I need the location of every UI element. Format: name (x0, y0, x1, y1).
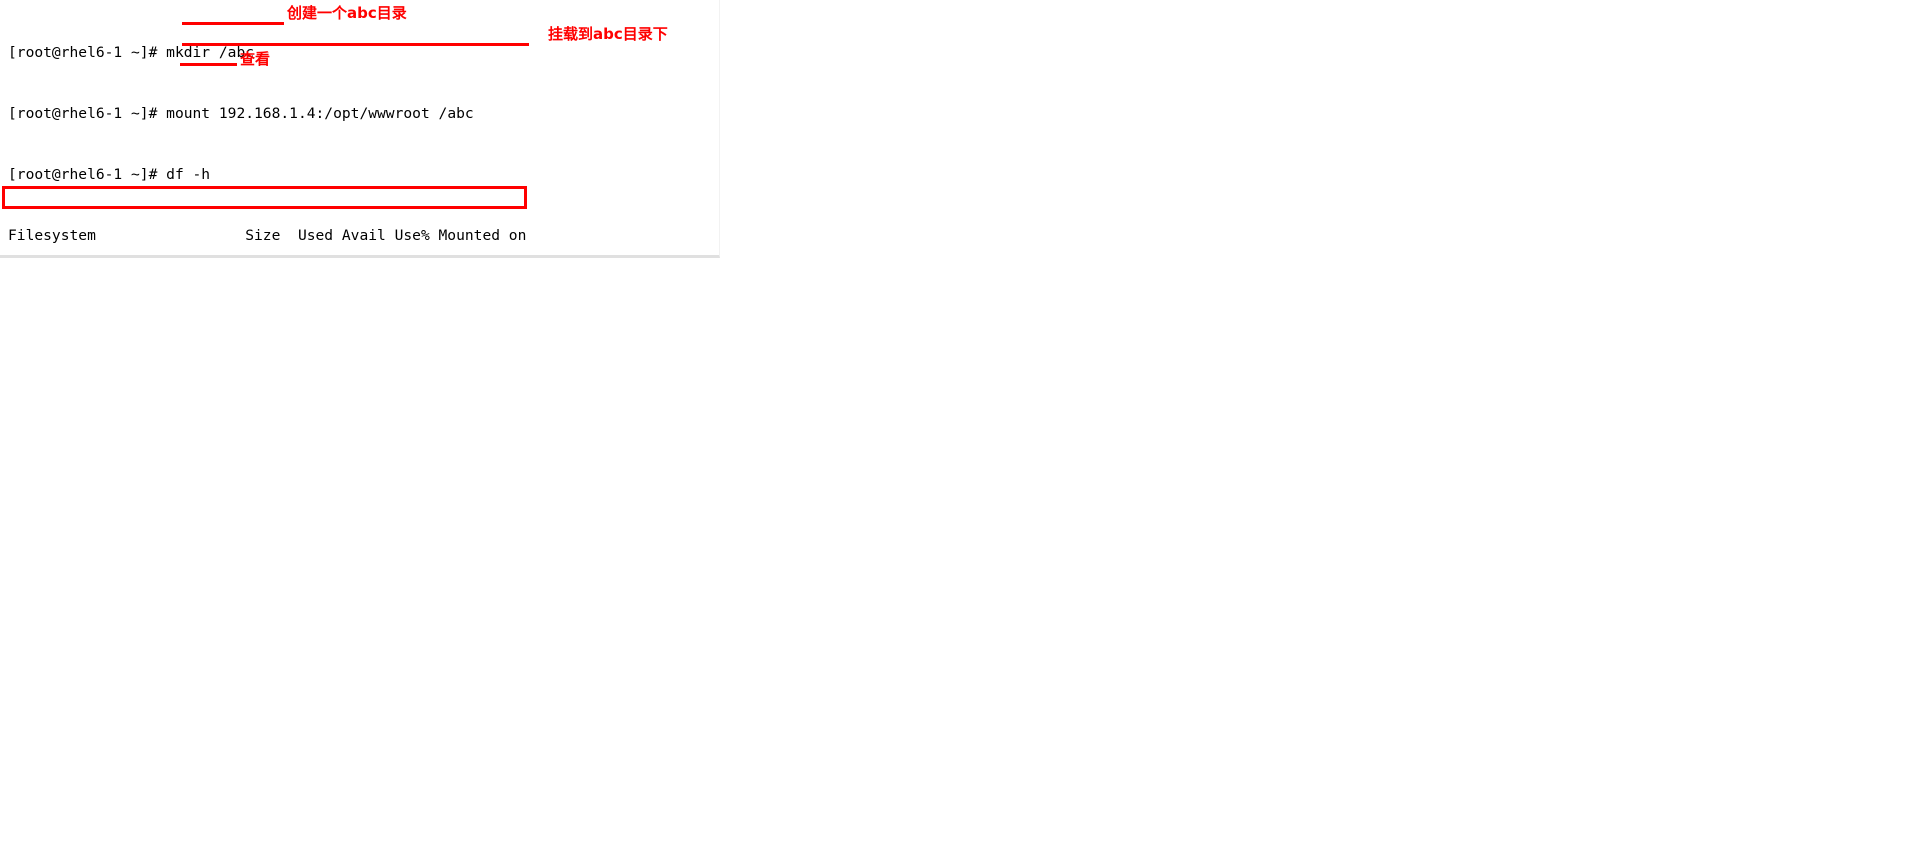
command-mount: mount 192.168.1.4:/opt/wwwroot /abc (166, 105, 474, 123)
shell-prompt: [root@rhel6-1 ~]# (8, 166, 167, 184)
underline-df-command (180, 63, 237, 66)
shell-prompt: [root@rhel6-1 ~]# (8, 105, 167, 123)
command-df: df -h (166, 166, 211, 184)
screenshot-root: [root@rhel6-1 ~]# mkdir /abc [root@rhel6… (0, 0, 1914, 844)
underline-mount-command (182, 43, 529, 46)
shell-prompt: [root@rhel6-1 ~]# (8, 43, 167, 61)
annotation-mkdir-note: 创建一个abc目录 (287, 4, 407, 22)
annotation-mount-note: 挂载到abc目录下 (548, 25, 668, 43)
terminal-line-mount: [root@rhel6-1 ~]# mount 192.168.1.4:/opt… (8, 104, 719, 124)
df-header-row: Filesystem Size Used Avail Use% Mounted … (8, 227, 527, 245)
annotation-df-note: 查看 (240, 50, 271, 68)
terminal-line-df: [root@rhel6-1 ~]# df -h (8, 165, 719, 185)
underline-mkdir-command (182, 22, 284, 25)
